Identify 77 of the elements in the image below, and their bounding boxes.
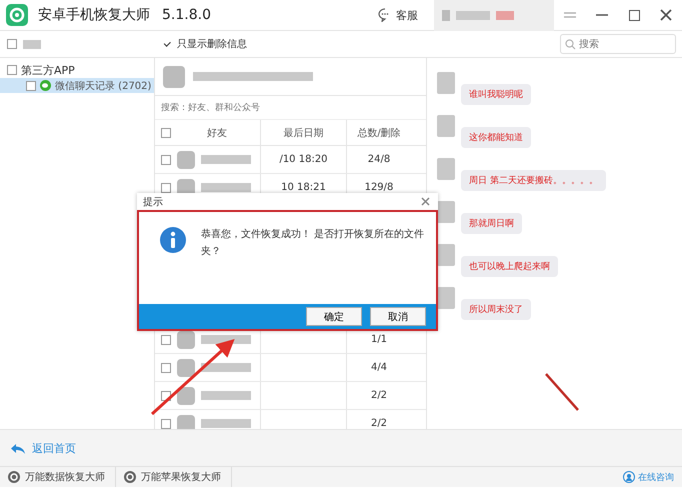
minimize-icon <box>596 14 608 16</box>
blurred-avatar <box>163 66 185 88</box>
info-icon <box>159 226 187 254</box>
dialog-title: 提示 <box>143 196 163 208</box>
message-bubble: 这你都能知道 <box>461 127 531 148</box>
blurred-text <box>201 183 251 192</box>
count-cell-text: 2/2 <box>370 390 388 401</box>
blurred-icon <box>442 10 450 20</box>
blurred-avatar <box>437 201 455 223</box>
blurred-text <box>201 335 251 344</box>
checkbox[interactable] <box>161 154 171 164</box>
blurred-text <box>456 10 490 20</box>
checkbox[interactable] <box>7 65 17 75</box>
blurred-text <box>496 10 514 20</box>
blurred-text <box>23 40 41 48</box>
checkbox[interactable] <box>161 128 171 138</box>
column-header: 好友 <box>207 126 227 140</box>
chat-bubble-icon <box>40 80 51 91</box>
footer-tab[interactable]: 万能数据恢复大师 <box>0 467 116 487</box>
blurred-avatar <box>437 115 455 137</box>
checkbox[interactable] <box>26 80 36 90</box>
checkbox[interactable] <box>161 182 171 192</box>
menu-icon <box>563 12 577 18</box>
cancel-button[interactable]: 取消 <box>370 307 426 326</box>
count-cell-text: 4/4 <box>370 362 388 373</box>
count-cell-text: 2/2 <box>370 418 388 429</box>
blurred-avatar <box>437 287 455 309</box>
date-cell: /10 18:20 <box>279 154 328 165</box>
tree-item[interactable]: 第三方APP <box>21 62 75 78</box>
column-header: 最后日期 <box>284 126 324 140</box>
footer-tab[interactable]: 万能苹果恢复大师 <box>116 467 232 487</box>
column-header: 总数/删除 <box>356 126 402 140</box>
blurred-text <box>201 155 251 164</box>
blurred-text <box>201 419 251 428</box>
message-bubble: 那就周日啊 <box>461 213 522 234</box>
blurred-avatar <box>437 158 455 180</box>
blurred-text <box>201 363 251 372</box>
checkbox[interactable] <box>7 39 17 49</box>
blurred-avatar <box>177 358 195 376</box>
close-icon <box>421 196 430 206</box>
date-cell: 10 18:21 <box>281 182 326 193</box>
service-button[interactable]: 客服 <box>378 8 418 22</box>
blurred-avatar <box>437 244 455 266</box>
message-bubble: 所以周末没了 <box>461 299 531 320</box>
close-icon <box>660 9 672 21</box>
person-icon <box>623 471 635 483</box>
search-icon <box>565 38 576 50</box>
checkbox[interactable] <box>161 362 171 372</box>
message-bubble: 周日 第二天还要搬砖。。。。。 <box>461 170 606 191</box>
filter-label: 只显示删除信息 <box>177 38 247 51</box>
search-field[interactable]: 搜索 <box>560 34 676 54</box>
blurred-avatar <box>437 72 455 94</box>
confirm-button[interactable]: 确定 <box>306 307 362 326</box>
message-bubble: 谁叫我聪明呢 <box>461 84 531 105</box>
app-icon <box>124 471 136 483</box>
checkbox[interactable] <box>161 334 171 344</box>
app-icon <box>8 471 20 483</box>
maximize-icon <box>628 10 640 20</box>
count-cell-text: 24/8 <box>366 154 392 165</box>
checkbox[interactable] <box>161 418 171 428</box>
count-cell-text: 1/1 <box>370 334 388 345</box>
back-arrow-icon <box>10 442 26 454</box>
dialog-message: 恭喜您，文件恢复成功！ 是否打开恢复所在的文件夹？ <box>201 228 426 259</box>
blurred-text <box>201 391 251 400</box>
close-button[interactable] <box>421 194 430 208</box>
app-logo <box>6 4 28 26</box>
blurred-avatar <box>177 414 195 429</box>
count-cell-text: 129/8 <box>364 182 394 193</box>
blurred-avatar <box>177 330 195 348</box>
annotation-line <box>545 373 579 411</box>
blurred-avatar <box>177 150 195 168</box>
tree-item-label: 微信聊天记录 (2702) <box>55 80 152 92</box>
blurred-avatar <box>177 386 195 404</box>
tree-item[interactable]: 微信聊天记录 (2702) <box>0 78 154 93</box>
version-label: 5.1.8.0 <box>162 7 211 23</box>
message-bubble: 也可以晚上爬起来啊 <box>461 256 558 277</box>
window-title: 安卓手机恢复大师 <box>38 6 150 24</box>
